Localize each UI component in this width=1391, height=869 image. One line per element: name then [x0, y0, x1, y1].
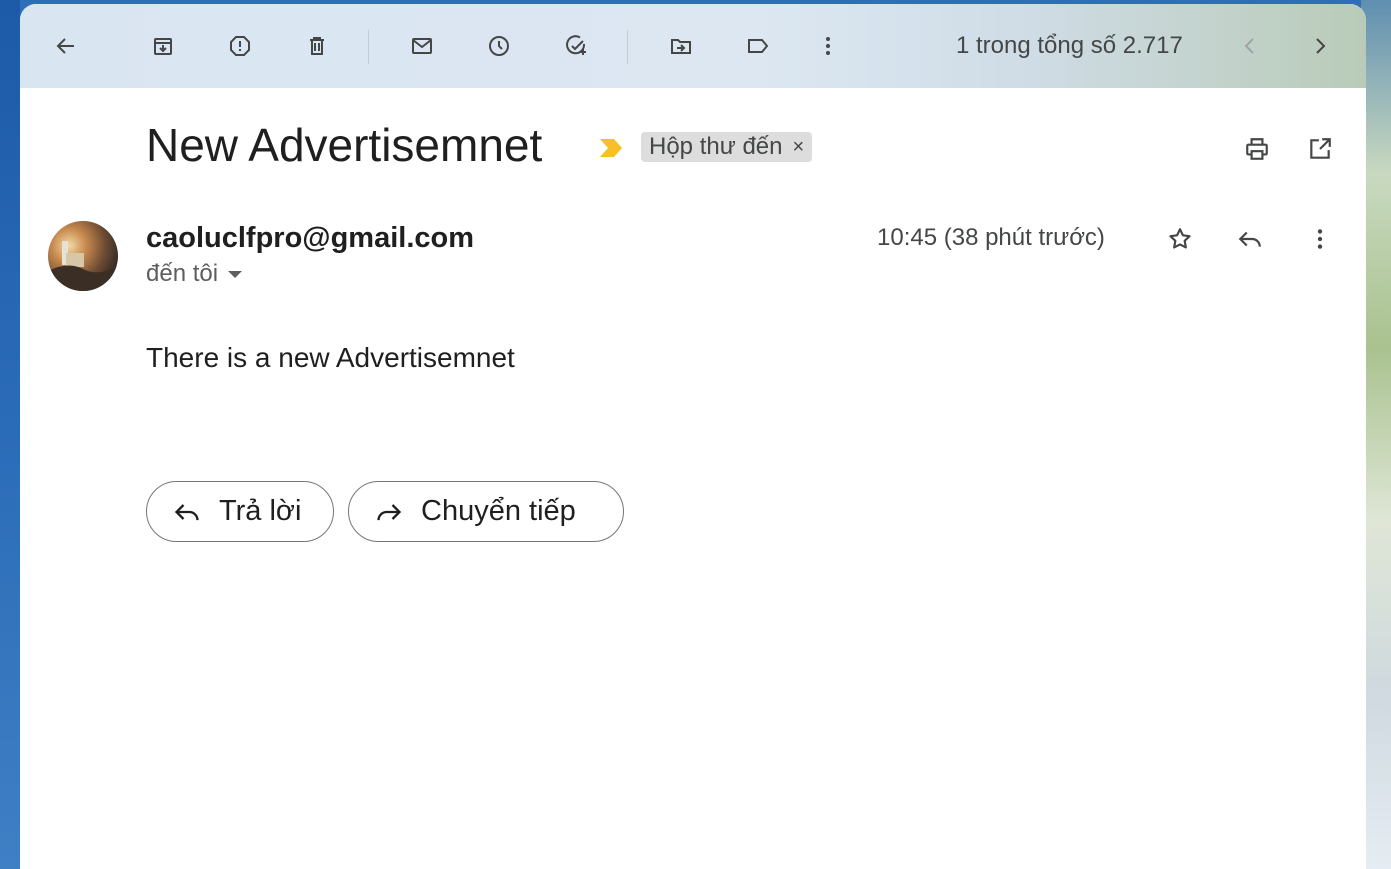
open-in-new-icon — [1310, 138, 1331, 159]
archive-icon — [154, 38, 172, 55]
message-more-button[interactable] — [1300, 219, 1340, 259]
more-vert-icon — [1317, 229, 1323, 249]
recipient-line: đến tôi — [146, 260, 243, 288]
chevron-right-icon — [1316, 38, 1326, 54]
label-button[interactable] — [738, 26, 778, 66]
print-all-button[interactable] — [1237, 129, 1277, 169]
recipient-text: đến tôi — [146, 260, 219, 287]
archive-button[interactable] — [143, 26, 183, 66]
chevron-left-icon — [1244, 38, 1254, 54]
star-button[interactable] — [1160, 219, 1200, 259]
toolbar-divider — [368, 30, 369, 64]
sender-avatar — [48, 221, 118, 291]
back-button[interactable] — [46, 26, 86, 66]
older-button[interactable] — [1300, 26, 1340, 66]
newer-button[interactable] — [1230, 26, 1270, 66]
reply-icon — [174, 503, 199, 520]
toolbar-divider — [627, 30, 628, 64]
report-spam-icon — [230, 36, 250, 56]
open-new-window-button[interactable] — [1300, 129, 1340, 169]
label-icon — [748, 39, 769, 53]
show-details-caret-icon[interactable] — [228, 270, 243, 278]
reply-button-label: Trả lời — [219, 495, 302, 527]
forward-button-label: Chuyển tiếp — [421, 495, 576, 527]
add-task-button[interactable] — [556, 26, 596, 66]
snooze-button[interactable] — [479, 26, 519, 66]
more-vert-icon — [826, 37, 830, 55]
add-task-icon — [566, 35, 586, 55]
mail-icon — [412, 38, 432, 54]
move-to-icon — [671, 39, 691, 54]
email-view-panel: 1 trong tổng số 2.717 New Advertisemnet … — [20, 4, 1366, 869]
report-spam-button[interactable] — [220, 26, 260, 66]
delete-button[interactable] — [297, 26, 337, 66]
reply-icon — [1238, 231, 1261, 247]
email-toolbar: 1 trong tổng số 2.717 — [20, 4, 1366, 88]
importance-marker-icon[interactable] — [598, 137, 624, 159]
remove-label-button[interactable]: × — [793, 136, 805, 159]
forward-button[interactable]: Chuyển tiếp — [348, 481, 624, 542]
sender-email[interactable]: caoluclfpro@gmail.com — [146, 222, 474, 255]
mark-unread-button[interactable] — [402, 26, 442, 66]
trash-icon — [310, 37, 324, 55]
avatar-photo-icon — [48, 241, 118, 291]
move-to-button[interactable] — [661, 26, 701, 66]
email-timestamp: 10:45 (38 phút trước) — [877, 224, 1105, 251]
email-body: There is a new Advertisemnet — [146, 342, 515, 373]
email-subject: New Advertisemnet — [146, 119, 543, 171]
forward-icon — [377, 503, 402, 520]
reply-icon-button[interactable] — [1230, 219, 1270, 259]
inbox-label-chip: Hộp thư đến × — [641, 132, 813, 162]
pager-count: 1 trong tổng số 2.717 — [956, 32, 1183, 59]
wallpaper-left — [0, 0, 20, 869]
inbox-label-text: Hộp thư đến — [649, 133, 783, 160]
more-options-button[interactable] — [808, 26, 848, 66]
reply-button[interactable]: Trả lời — [146, 481, 334, 542]
arrow-left-icon — [56, 38, 74, 54]
star-icon — [1169, 228, 1191, 249]
print-icon — [1246, 138, 1268, 160]
clock-icon — [489, 36, 509, 56]
